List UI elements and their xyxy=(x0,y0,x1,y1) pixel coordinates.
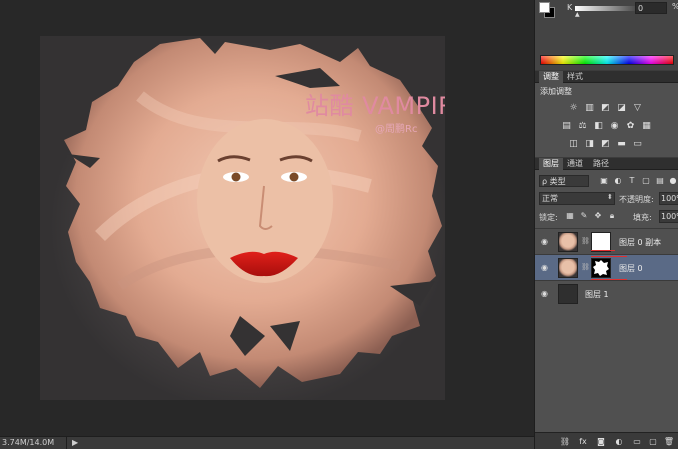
tab-channels[interactable]: 通道 xyxy=(563,158,587,170)
channel-value-input[interactable]: 0 xyxy=(635,2,667,14)
layer-name: 图层 1 xyxy=(585,290,609,299)
adjustment-filter-icon[interactable]: ◐ xyxy=(613,175,623,186)
tab-adjustments[interactable]: 调整 xyxy=(539,71,563,83)
levels-icon[interactable]: ▥ xyxy=(584,103,595,113)
delete-layer-icon[interactable]: 🗑︎ xyxy=(663,436,675,447)
channel-mixer-icon[interactable]: ✿ xyxy=(625,121,636,131)
add-mask-icon[interactable]: ◙ xyxy=(595,436,607,447)
lock-move-icon[interactable]: ✥ xyxy=(593,211,603,222)
tab-paths[interactable]: 路径 xyxy=(589,158,613,170)
document-workspace: 站酷 VAMPIREE @周鹏Rc 3.74M/14.0M ▶ xyxy=(0,0,534,449)
add-adjustment-label: 添加调整 xyxy=(540,87,572,96)
adjustments-panel: 添加调整 ☼ ▥ ◩ ◪ ▽ ▤ ⚖ ◧ ◉ ✿ ▦ ◫ ◨ ◩ ▬ ▭ xyxy=(535,83,678,157)
layer-row[interactable]: ◉ 图层 1 xyxy=(535,280,678,306)
title-text: 站酷 VAMPIREE xyxy=(305,92,445,120)
divider xyxy=(66,437,67,449)
filter-toggle-icon[interactable]: ● xyxy=(668,175,678,186)
link-icon[interactable]: ⛓ xyxy=(581,237,590,245)
curves-icon[interactable]: ◩ xyxy=(600,103,611,113)
layers-panel: ρ 类型 ▣ ◐ T ▢ ▤ ● 正常 ⬍ 不透明度: 100% 锁定: ▦ ✎… xyxy=(535,170,678,449)
slider-thumb-icon[interactable]: ▲ xyxy=(575,11,580,18)
adjustment-layer-icon[interactable]: ◐ xyxy=(613,436,625,447)
color-panel: K ▲ 0 % xyxy=(535,0,678,70)
group-icon[interactable]: ▭ xyxy=(631,436,643,447)
mask-shape xyxy=(593,260,609,276)
exposure-icon[interactable]: ◪ xyxy=(616,103,627,113)
right-iris xyxy=(289,172,299,182)
adjustments-tabbar: 调整 样式 xyxy=(535,71,678,83)
threshold-icon[interactable]: ◩ xyxy=(600,139,611,149)
fill-input[interactable]: 100% xyxy=(659,210,678,223)
channel-label: K xyxy=(567,3,573,12)
layer-thumbnail xyxy=(558,258,578,278)
black-white-icon[interactable]: ◧ xyxy=(593,121,604,131)
posterize-icon[interactable]: ◨ xyxy=(584,139,595,149)
layers-tabbar: 图层 通道 路径 xyxy=(535,158,678,170)
layer-thumbnail xyxy=(558,232,578,252)
smart-object-filter-icon[interactable]: ▤ xyxy=(655,175,665,186)
status-bar: 3.74M/14.0M ▶ xyxy=(0,436,534,449)
layer-thumbnail xyxy=(558,284,578,304)
layer-mask-thumbnail[interactable] xyxy=(591,258,611,278)
eye-icon[interactable]: ◉ xyxy=(541,263,548,272)
type-filter-icon[interactable]: T xyxy=(627,175,637,186)
color-balance-icon[interactable]: ⚖ xyxy=(577,121,588,131)
eye-icon[interactable]: ◉ xyxy=(541,237,548,246)
layer-row[interactable]: ◉ ⛓ 图层 0 xyxy=(535,254,678,280)
opacity-input[interactable]: 100% xyxy=(659,192,678,205)
right-panels: K ▲ 0 % 调整 样式 添加调整 ☼ ▥ ◩ ◪ ▽ ▤ ⚖ ◧ ◉ ✿ ▦… xyxy=(534,0,678,449)
annotation-underline xyxy=(591,250,615,251)
layer-mask-thumbnail[interactable] xyxy=(591,232,611,252)
layer-name: 图层 0 副本 xyxy=(619,238,662,247)
gradient-map-icon[interactable]: ▬ xyxy=(616,139,627,149)
lock-transparent-icon[interactable]: ▦ xyxy=(565,211,575,222)
invert-icon[interactable]: ◫ xyxy=(568,139,579,149)
link-layers-icon[interactable]: ⛓ xyxy=(559,436,571,447)
credit-text: @周鹏Rc xyxy=(375,124,418,135)
color-spectrum-bar[interactable] xyxy=(540,55,674,65)
annotation-underline xyxy=(591,256,627,257)
fx-icon[interactable]: fx xyxy=(577,436,589,447)
selective-color-icon[interactable]: ▭ xyxy=(632,139,643,149)
link-icon[interactable]: ⛓ xyxy=(581,263,590,271)
left-iris xyxy=(231,172,241,182)
blend-mode-select[interactable]: 正常 xyxy=(539,192,615,205)
channel-unit: % xyxy=(672,2,678,11)
pixel-filter-icon[interactable]: ▣ xyxy=(599,175,609,186)
lock-paint-icon[interactable]: ✎ xyxy=(579,211,589,222)
status-menu-arrow-icon[interactable]: ▶ xyxy=(72,438,78,447)
document-size: 3.74M/14.0M xyxy=(2,438,55,447)
brightness-icon[interactable]: ☼ xyxy=(568,103,579,113)
document-canvas[interactable]: 站酷 VAMPIREE @周鹏Rc xyxy=(40,36,445,400)
layer-filter-select[interactable]: ρ 类型 xyxy=(539,175,589,187)
layers-footer: ⛓ fx ◙ ◐ ▭ ▢ 🗑︎ xyxy=(535,432,678,449)
shape-filter-icon[interactable]: ▢ xyxy=(641,175,651,186)
foreground-color-swatch[interactable] xyxy=(539,2,550,13)
hue-sat-icon[interactable]: ▤ xyxy=(561,121,572,131)
vibrance-icon[interactable]: ▽ xyxy=(632,103,643,113)
layer-row[interactable]: ◉ ⛓ 图层 0 副本 xyxy=(535,228,678,254)
photo-filter-icon[interactable]: ◉ xyxy=(609,121,620,131)
opacity-label: 不透明度: xyxy=(619,195,654,204)
lock-label: 锁定: xyxy=(539,213,558,222)
lock-all-icon[interactable]: 🔒︎ xyxy=(607,211,617,222)
tab-styles[interactable]: 样式 xyxy=(563,71,587,83)
layer-name: 图层 0 xyxy=(619,264,643,273)
new-layer-icon[interactable]: ▢ xyxy=(647,436,659,447)
tab-layers[interactable]: 图层 xyxy=(539,158,563,170)
eye-icon[interactable]: ◉ xyxy=(541,289,548,298)
color-lookup-icon[interactable]: ▦ xyxy=(641,121,652,131)
fill-label: 填充: xyxy=(633,213,652,222)
chevron-down-icon: ⬍ xyxy=(607,193,613,201)
